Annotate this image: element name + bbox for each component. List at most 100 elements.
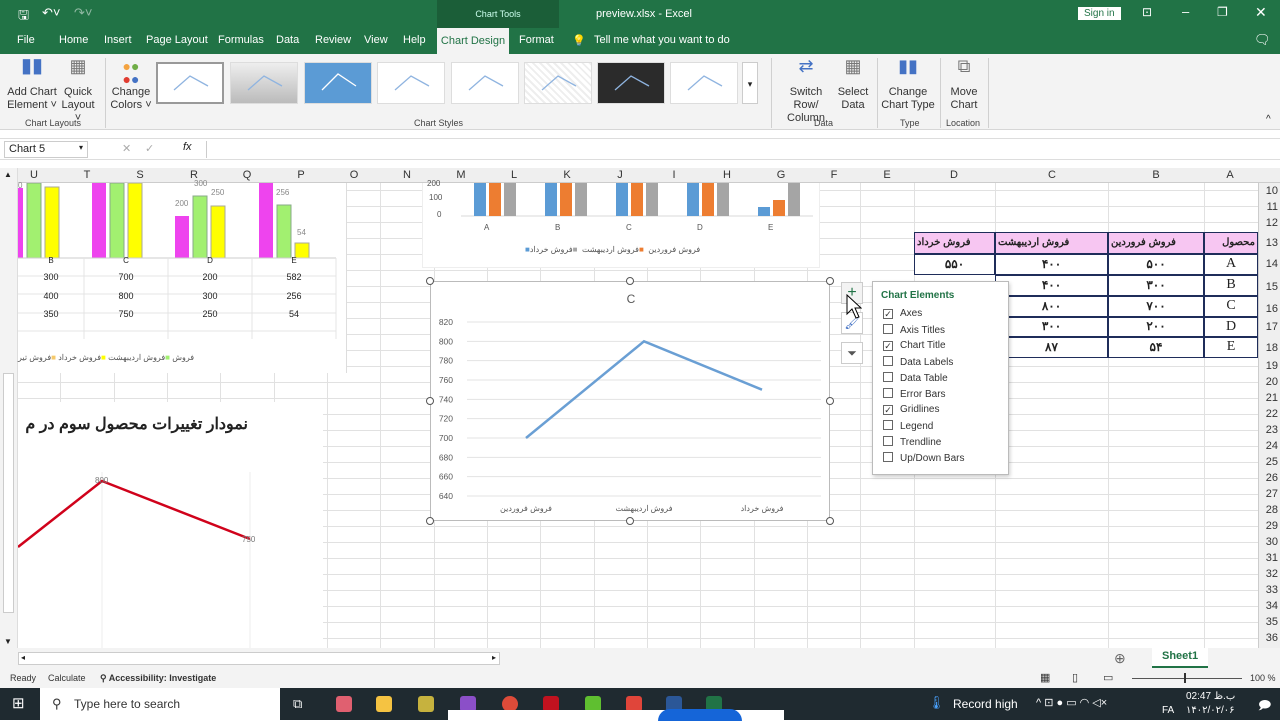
row-header-25[interactable]: 25 [1266,456,1278,468]
table-cell[interactable]: C [1204,296,1258,317]
chart-filter-icon[interactable]: ⏷ [841,342,863,364]
row-header-36[interactable]: 36 [1266,632,1278,644]
zoom-level[interactable]: 100 % [1250,673,1276,683]
tab-home[interactable]: Home [59,34,88,46]
table-cell[interactable]: ۸۰۰ [995,296,1108,317]
row-header-31[interactable]: 31 [1266,552,1278,564]
row-header-20[interactable]: 20 [1266,376,1278,388]
quick-layout-button[interactable]: ▦ Quick Layout ˅ [58,60,98,125]
column-header-G[interactable]: G [777,169,786,181]
table-cell[interactable]: ۴۰۰ [995,254,1108,275]
column-header-T[interactable]: T [84,169,91,181]
column-header-U[interactable]: U [30,169,38,181]
add-sheet-icon[interactable]: ⊕ [1114,650,1126,667]
resize-handle[interactable] [426,397,434,405]
column-header-Q[interactable]: Q [243,169,252,181]
row-header-18[interactable]: 18 [1266,342,1278,354]
resize-handle[interactable] [826,277,834,285]
bottom-left-line-chart[interactable]: نمودار تغییرات محصول سوم در م 800 750 [18,402,323,648]
task-view-icon[interactable]: ⧉ [293,696,302,712]
top-column-chart[interactable]: 200 100 0 ABCDE ■فروش فروردین ■فروش اردی… [422,183,820,268]
chart-title[interactable]: C [627,292,636,306]
table-cell[interactable]: D [1204,317,1258,337]
chart-element-legend[interactable]: Legend [883,420,933,432]
table-header-cell[interactable]: فروش فروردین [1108,232,1204,254]
move-chart-button[interactable]: ⧉ Move Chart [944,60,984,112]
table-cell[interactable]: A [1204,254,1258,275]
change-chart-type-button[interactable]: ▮▮ Change Chart Type [880,60,936,112]
resize-handle[interactable] [626,277,634,285]
resize-handle[interactable] [426,517,434,525]
formula-input[interactable] [206,141,1270,158]
tell-me-search[interactable]: Tell me what you want to do [594,34,730,46]
column-header-F[interactable]: F [831,169,838,181]
tab-review[interactable]: Review [315,34,351,46]
zoom-slider[interactable] [1132,678,1242,679]
language-indicator[interactable]: FA [1162,705,1174,716]
app-icon[interactable] [418,696,434,712]
normal-view-icon[interactable]: ▦ [1040,671,1050,684]
tab-formulas[interactable]: Formulas [218,34,264,46]
tab-help[interactable]: Help [403,34,426,46]
row-header-16[interactable]: 16 [1266,303,1278,315]
table-cell[interactable]: ۳۰۰ [995,317,1108,337]
checkbox[interactable]: ✓ [883,309,893,319]
column-header-B[interactable]: B [1152,169,1159,181]
chart-element-axis-titles[interactable]: Axis Titles [883,324,945,336]
table-cell[interactable]: ۴۰۰ [995,275,1108,296]
table-cell[interactable]: ۵۴ [1108,337,1204,358]
resize-handle[interactable] [826,517,834,525]
column-header-H[interactable]: H [723,169,731,181]
checkbox[interactable] [883,420,893,430]
checkbox[interactable] [883,324,893,334]
column-header-C[interactable]: C [1048,169,1056,181]
checkbox[interactable] [883,452,893,462]
minimize-button[interactable]: – [1182,4,1189,19]
horizontal-scrollbar[interactable]: ◂▸ [18,652,500,665]
row-header-13[interactable]: 13 [1266,237,1278,249]
checkbox[interactable] [883,436,893,446]
system-tray-icons[interactable]: ^ ⊡ ● ▭ ◠ ◁× [1036,696,1107,709]
table-cell[interactable]: ۷۰۰ [1108,296,1204,317]
notifications-icon[interactable]: 🗩 [1258,696,1271,717]
checkbox[interactable] [883,388,893,398]
row-header-24[interactable]: 24 [1266,440,1278,452]
column-header-D[interactable]: D [950,169,958,181]
file-explorer-icon[interactable] [376,696,392,712]
tab-view[interactable]: View [364,34,388,46]
resize-handle[interactable] [426,277,434,285]
restore-button[interactable]: ❐ [1217,5,1228,19]
switch-row-column-button[interactable]: ⇄ Switch Row/ Column [776,60,836,125]
row-header-28[interactable]: 28 [1266,504,1278,516]
tab-data[interactable]: Data [276,34,299,46]
tab-insert[interactable]: Insert [104,34,132,46]
checkbox[interactable] [883,372,893,382]
resize-handle[interactable] [826,397,834,405]
row-header-35[interactable]: 35 [1266,616,1278,628]
sign-in-button[interactable]: Sign in [1078,7,1121,20]
row-header-14[interactable]: 14 [1266,258,1278,270]
table-cell[interactable]: ۳۰۰ [1108,275,1204,296]
column-header-K[interactable]: K [563,169,570,181]
calculate-button[interactable]: Calculate [48,673,86,683]
row-header-27[interactable]: 27 [1266,488,1278,500]
tab-format[interactable]: Format [519,34,554,46]
add-chart-element-button[interactable]: ▮▮ Add Chart Element ˅ [6,60,58,112]
table-cell[interactable]: ۲۰۰ [1108,317,1204,337]
row-header-22[interactable]: 22 [1266,408,1278,420]
vertical-scrollbar[interactable]: ▲ ▼ [0,168,18,648]
row-header-19[interactable]: 19 [1266,360,1278,372]
row-header-17[interactable]: 17 [1266,321,1278,333]
column-header-I[interactable]: I [672,169,675,181]
weather-text[interactable]: Record high [953,697,1018,711]
column-header-L[interactable]: L [511,169,517,181]
close-button[interactable]: ✕ [1255,4,1267,21]
main-line-chart[interactable]: C640660680700720740760780800820فروش فرور… [430,281,830,521]
table-cell[interactable]: B [1204,275,1258,296]
row-header-29[interactable]: 29 [1266,520,1278,532]
clock-time[interactable]: 02:47 ب.ظ [1186,691,1235,702]
taskbar-search[interactable]: ⚲ Type here to search [40,688,280,720]
save-icon[interactable]: 🖫 [18,6,29,28]
redo-icon[interactable]: ↷˅ [74,5,92,21]
tab-file[interactable]: File [17,34,35,46]
